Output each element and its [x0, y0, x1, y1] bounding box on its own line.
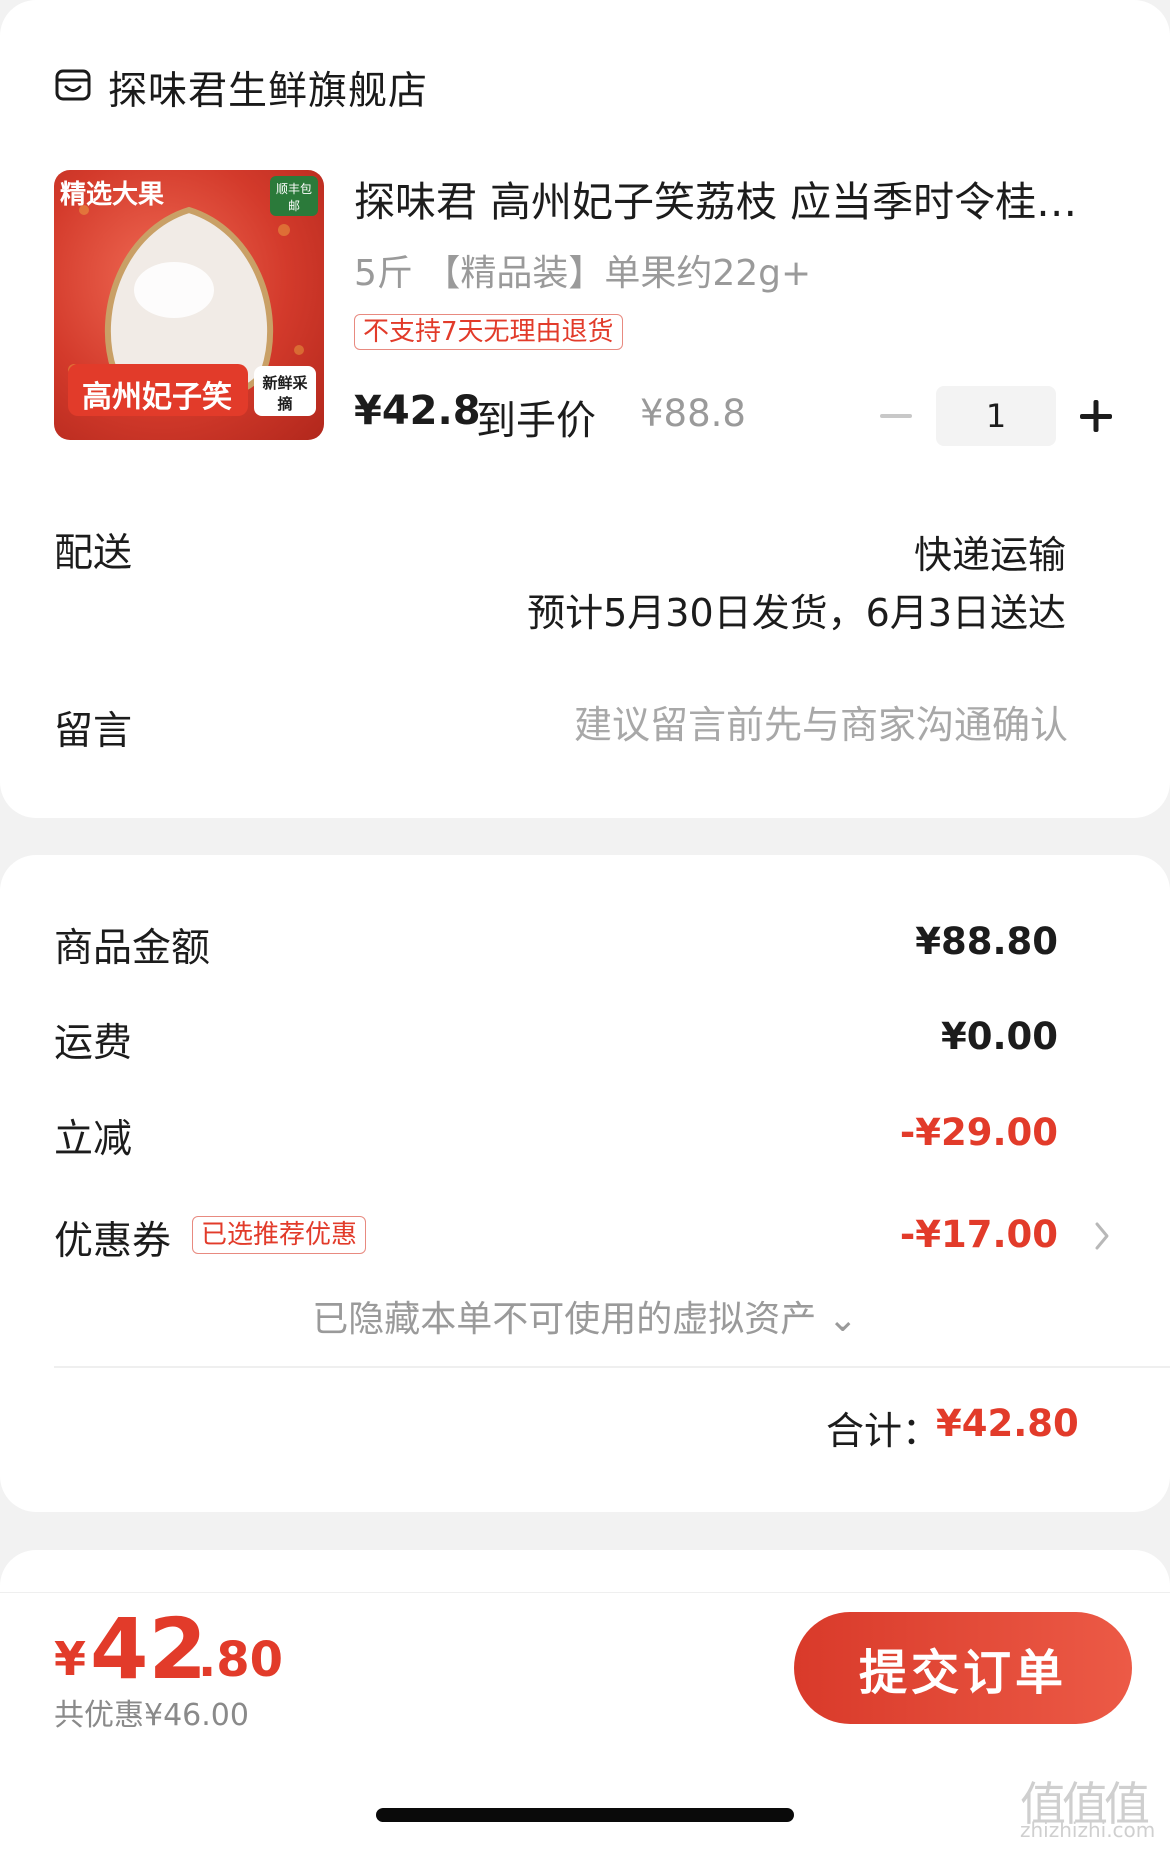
quantity-input[interactable]: 1: [936, 386, 1056, 446]
home-indicator[interactable]: [376, 1808, 794, 1822]
original-price: ¥88.8: [640, 392, 746, 435]
pay-amount-integer: 42: [90, 1600, 207, 1698]
delivery-label: 配送: [54, 531, 133, 576]
store-name[interactable]: 探味君生鲜旗舰店: [108, 60, 428, 116]
product-image[interactable]: 精选大果 顺丰包邮 高州妃子笑 新鲜采摘: [54, 170, 324, 440]
summary-divider: [54, 1366, 1170, 1368]
coupon-value[interactable]: -¥17.00: [900, 1213, 1058, 1256]
hidden-assets-toggle[interactable]: 已隐藏本单不可使用的虚拟资产 ⌄: [0, 1290, 1170, 1342]
image-badge-top-left: 精选大果: [60, 180, 165, 210]
goods-amount-value: ¥88.80: [915, 920, 1058, 963]
pay-currency: ¥: [54, 1632, 87, 1686]
instant-discount-value: -¥29.00: [899, 1111, 1058, 1154]
return-policy-badge: 不支持7天无理由退货: [354, 314, 623, 350]
message-input[interactable]: [460, 696, 1070, 754]
shipping-fee-value: ¥0.00: [940, 1015, 1058, 1058]
chevron-right-icon[interactable]: [1092, 1218, 1112, 1254]
product-spec[interactable]: 5斤 【精品装】单果约22g+: [354, 244, 811, 296]
shipping-fee-label: 运费: [54, 1021, 133, 1066]
plus-icon[interactable]: [1076, 394, 1116, 438]
instant-discount-label: 立减: [54, 1117, 133, 1162]
final-price: ¥42.8: [354, 388, 481, 434]
delivery-method: 快递运输: [913, 533, 1066, 577]
coupon-recommended-badge[interactable]: 已选推荐优惠: [192, 1216, 367, 1254]
final-price-label: 到手价: [476, 398, 596, 444]
store-icon: [55, 69, 91, 101]
submit-order-button[interactable]: 提交订单: [794, 1612, 1132, 1724]
message-label: 留言: [54, 709, 133, 754]
coupon-label[interactable]: 优惠券: [54, 1210, 171, 1266]
delivery-estimate: 预计5月30日发货，6月3日送达: [527, 591, 1066, 635]
total-label: 合计：: [826, 1409, 941, 1453]
image-badge-bottom: 高州妃子笑: [82, 380, 232, 415]
minus-icon[interactable]: [878, 386, 914, 446]
total-saved-text: 共优惠¥46.00: [54, 1698, 249, 1733]
image-badge-top-right: 顺丰包邮: [275, 182, 312, 213]
product-title[interactable]: 探味君 高州妃子笑荔枝 应当季时令桂…: [354, 168, 1114, 228]
goods-amount-label: 商品金额: [54, 926, 211, 971]
image-badge-bottom-right: 新鲜采摘: [262, 374, 308, 413]
watermark-url: zhizhizhi.com: [1020, 1818, 1156, 1842]
pay-amount-decimal: .80: [198, 1632, 284, 1688]
total-value: ¥42.80: [936, 1402, 1079, 1445]
